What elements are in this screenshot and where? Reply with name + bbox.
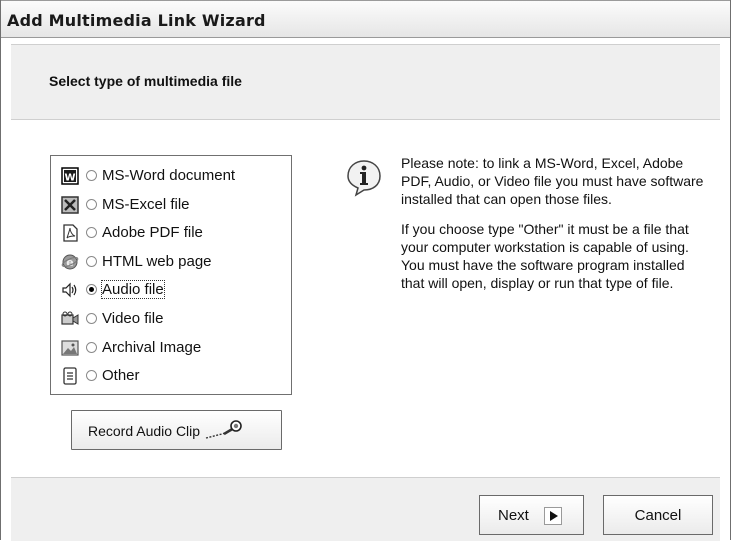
file-type-option-msexcel[interactable]: MS-Excel file xyxy=(59,193,289,219)
file-type-option-msword[interactable]: W MS-Word document xyxy=(59,164,289,190)
image-icon xyxy=(61,340,79,356)
web-page-icon: e xyxy=(61,254,79,270)
option-label: Archival Image xyxy=(102,339,202,356)
radio-html[interactable] xyxy=(86,256,97,267)
option-label: HTML web page xyxy=(102,253,212,270)
cancel-button-label: Cancel xyxy=(634,507,682,524)
option-label: MS-Excel file xyxy=(102,196,190,213)
pdf-file-icon xyxy=(63,224,78,242)
info-icon xyxy=(347,160,381,197)
wizard-window: Add Multimedia Link Wizard Select type o… xyxy=(0,0,731,541)
file-type-option-image[interactable]: Archival Image xyxy=(59,336,289,362)
title-bar[interactable]: Add Multimedia Link Wizard xyxy=(1,0,730,38)
step-header: Select type of multimedia file xyxy=(11,44,720,120)
speaker-icon xyxy=(62,282,77,298)
radio-audio[interactable] xyxy=(86,284,97,295)
file-type-option-html[interactable]: e HTML web page xyxy=(59,250,289,276)
word-doc-icon: W xyxy=(61,167,79,185)
video-camera-icon xyxy=(61,311,79,325)
record-button-label: Record Audio Clip xyxy=(88,423,201,439)
next-button[interactable]: Next xyxy=(479,495,584,535)
next-button-label: Next xyxy=(498,507,529,524)
option-label: Adobe PDF file xyxy=(102,224,203,241)
radio-other[interactable] xyxy=(86,370,97,381)
note-paragraph-2: If you choose type "Other" it must be a … xyxy=(401,221,689,291)
radio-pdf[interactable] xyxy=(86,227,97,238)
file-type-option-video[interactable]: Video file xyxy=(59,307,289,333)
radio-msexcel[interactable] xyxy=(86,199,97,210)
cancel-button[interactable]: Cancel xyxy=(603,495,713,535)
option-label: MS-Word document xyxy=(102,167,236,184)
option-label: Video file xyxy=(102,310,164,327)
record-audio-clip-button[interactable]: Record Audio Clip xyxy=(71,410,282,450)
arrow-right-icon xyxy=(544,507,562,525)
option-label: Audio file xyxy=(101,280,165,299)
option-label: Other xyxy=(102,367,140,384)
note-paragraph-1: Please note: to link a MS-Word, Excel, A… xyxy=(401,155,704,207)
window-title: Add Multimedia Link Wizard xyxy=(7,11,266,30)
radio-image[interactable] xyxy=(86,342,97,353)
radio-msword[interactable] xyxy=(86,170,97,181)
radio-video[interactable] xyxy=(86,313,97,324)
file-type-option-audio[interactable]: Audio file xyxy=(59,278,289,304)
file-type-list: W MS-Word document MS-Excel file Adobe P… xyxy=(50,155,292,395)
footer-bar: Next Cancel xyxy=(11,477,720,541)
file-type-option-pdf[interactable]: Adobe PDF file xyxy=(59,221,289,247)
info-note: Please note: to link a MS-Word, Excel, A… xyxy=(401,154,711,304)
microphone-icon xyxy=(205,420,242,439)
step-title: Select type of multimedia file xyxy=(49,73,242,89)
excel-file-icon xyxy=(61,196,79,214)
svg-text:W: W xyxy=(64,173,75,184)
file-type-option-other[interactable]: Other xyxy=(59,364,289,390)
document-icon xyxy=(63,367,77,385)
